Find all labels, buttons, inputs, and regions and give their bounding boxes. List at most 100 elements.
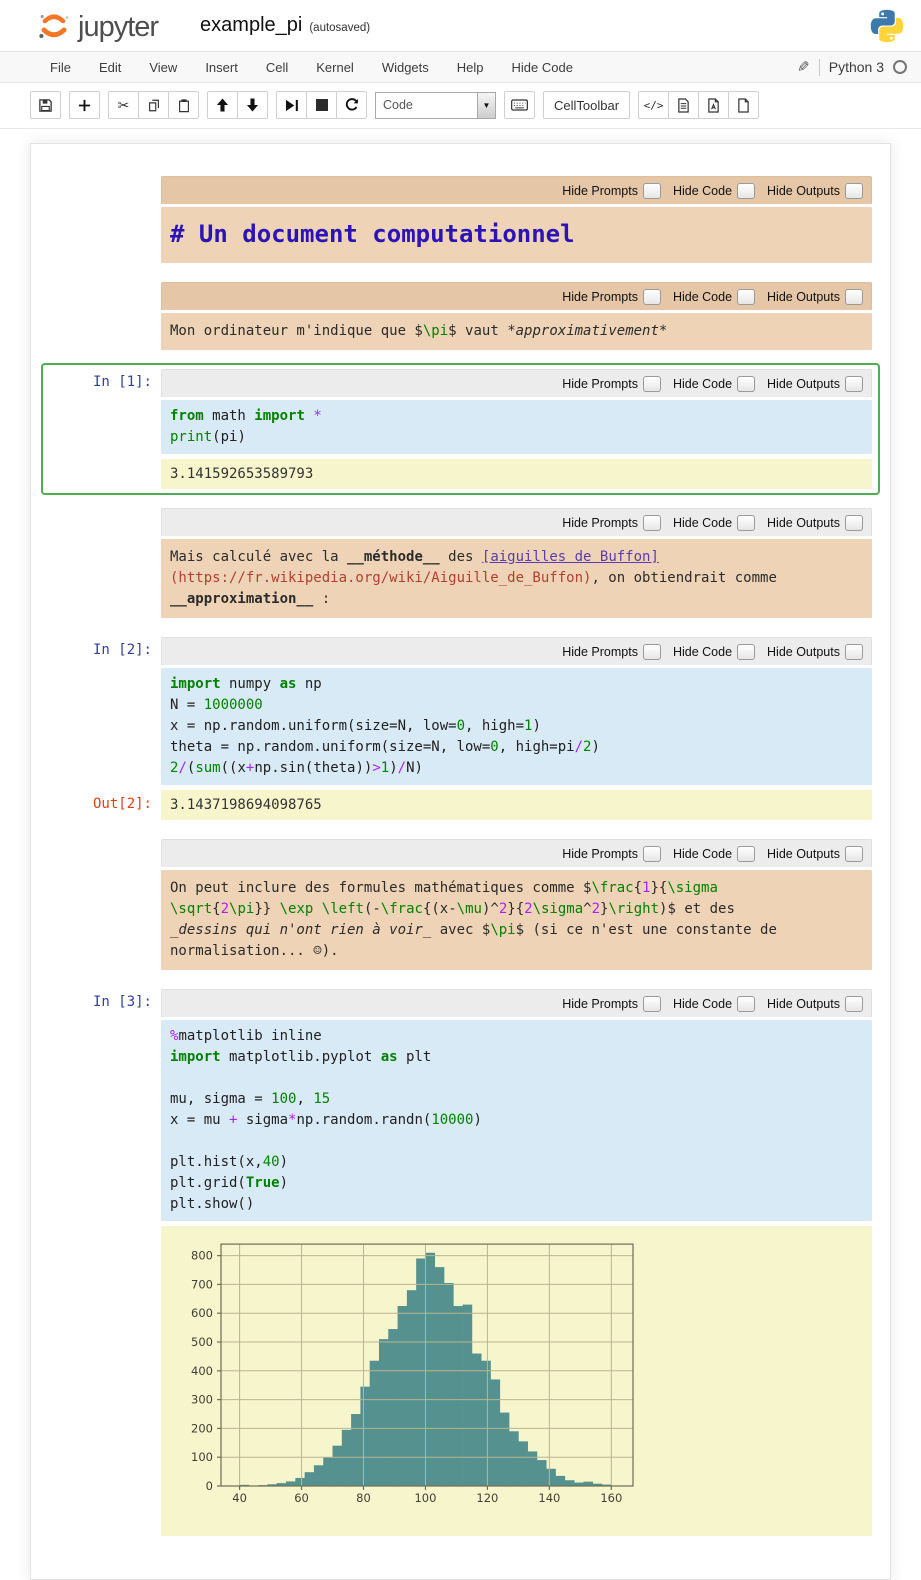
hide-prompts-checkbox[interactable] <box>643 376 661 392</box>
hide-prompts-checkbox[interactable] <box>643 515 661 531</box>
hide-prompts-label: Hide Prompts <box>562 377 638 391</box>
autosave-status: (autosaved) <box>309 22 370 34</box>
input-prompt <box>49 839 161 870</box>
run-cell-button[interactable] <box>276 91 307 119</box>
hide-outputs-checkbox[interactable] <box>845 183 863 199</box>
hide-code-checkbox[interactable] <box>737 289 755 305</box>
menu-item-cell[interactable]: Cell <box>252 54 302 81</box>
hide-code-label: Hide Code <box>673 516 732 530</box>
hide-code-checkbox[interactable] <box>737 515 755 531</box>
markdown-cell[interactable]: Hide Prompts Hide Code Hide Outputs Mon ord… <box>41 276 880 356</box>
select-dropdown-arrow-icon[interactable]: ▼ <box>477 93 495 118</box>
move-cell-up-button[interactable] <box>207 91 238 119</box>
celltoolbar-button[interactable]: CellToolbar <box>543 91 630 119</box>
jupyter-logo[interactable]: jupyter <box>34 6 158 46</box>
hide-outputs-checkbox[interactable] <box>845 996 863 1012</box>
code-cell[interactable]: In [1]:Hide PromptsHide CodeHide Outputs… <box>41 363 880 495</box>
file-pdf-icon <box>707 98 720 113</box>
hide-code-checkbox[interactable] <box>737 846 755 862</box>
hide-prompts-label: Hide Prompts <box>562 290 638 304</box>
menu-item-edit[interactable]: Edit <box>85 54 135 81</box>
hide-outputs-checkbox[interactable] <box>845 846 863 862</box>
menu-item-widgets[interactable]: Widgets <box>368 54 443 81</box>
hide-outputs-checkbox[interactable] <box>845 289 863 305</box>
notebook-title[interactable]: example_pi <box>200 14 302 37</box>
menu-item-file[interactable]: File <box>36 54 85 81</box>
code-editor[interactable]: import numpy as npN = 1000000x = np.rand… <box>161 668 872 785</box>
menu-item-help[interactable]: Help <box>443 54 498 81</box>
cell-type-select[interactable]: Code ▼ <box>375 92 496 119</box>
markdown-cell[interactable]: Hide Prompts Hide Code Hide Outputs Mais ca… <box>41 502 880 624</box>
hide-outputs-checkbox[interactable] <box>845 376 863 392</box>
hide-code-label: Hide Code <box>673 997 732 1011</box>
input-prompt <box>49 282 161 313</box>
jupyter-logo-text: jupyter <box>78 13 158 46</box>
menu-item-kernel[interactable]: Kernel <box>302 54 368 81</box>
export-pdf-button[interactable] <box>698 91 729 119</box>
menu-item-hide-code[interactable]: Hide Code <box>498 54 587 81</box>
move-cell-down-button[interactable] <box>237 91 268 119</box>
hide-prompts-label: Hide Prompts <box>562 184 638 198</box>
export-blank-button[interactable] <box>728 91 759 119</box>
toggle-code-button[interactable]: </> <box>638 91 669 119</box>
hide-code-label: Hide Code <box>673 290 732 304</box>
hide-code-checkbox[interactable] <box>737 644 755 660</box>
notebook-container: Hide Prompts Hide Code Hide Outputs # Un do… <box>30 143 891 1580</box>
menu-item-view[interactable]: View <box>135 54 191 81</box>
save-button[interactable] <box>30 91 61 119</box>
hide-outputs-label: Hide Outputs <box>767 516 840 530</box>
svg-text:800: 800 <box>191 1249 213 1263</box>
hide-prompts-label: Hide Prompts <box>562 645 638 659</box>
hide-outputs-checkbox[interactable] <box>845 515 863 531</box>
kernel-name[interactable]: Python 3 <box>829 59 884 75</box>
input-prompt <box>49 176 161 207</box>
main-toolbar: ✂ Code ▼ CellToolbar <box>0 83 921 129</box>
svg-text:100: 100 <box>414 1491 436 1505</box>
output-prompt <box>49 459 161 489</box>
save-icon <box>38 98 53 113</box>
hide-outputs-label: Hide Outputs <box>767 377 840 391</box>
restart-kernel-button[interactable] <box>336 91 367 119</box>
hide-outputs-label: Hide Outputs <box>767 290 840 304</box>
hide-outputs-label: Hide Outputs <box>767 184 840 198</box>
command-palette-button[interactable] <box>504 91 535 119</box>
restart-icon <box>345 98 359 112</box>
copy-cell-button[interactable] <box>138 91 169 119</box>
code-editor[interactable]: from math import *print(pi) <box>161 400 872 454</box>
edit-mode-pencil-icon: ✎ <box>797 58 810 76</box>
hide-prompts-checkbox[interactable] <box>643 289 661 305</box>
hide-prompts-checkbox[interactable] <box>643 183 661 199</box>
markdown-cell[interactable]: Hide PromptsHide CodeHide Outputs# Un do… <box>41 170 880 269</box>
hide-outputs-label: Hide Outputs <box>767 847 840 861</box>
hide-code-checkbox[interactable] <box>737 183 755 199</box>
interrupt-kernel-button[interactable] <box>306 91 337 119</box>
hide-prompts-checkbox[interactable] <box>643 996 661 1012</box>
export-html-button[interactable] <box>668 91 699 119</box>
hide-outputs-checkbox[interactable] <box>845 644 863 660</box>
paste-cell-button[interactable] <box>168 91 199 119</box>
markdown-source[interactable]: Mais calculé avec la __méthode__ des [ai… <box>161 539 872 618</box>
code-cell[interactable]: In [3]:Hide PromptsHide CodeHide Outputs… <box>41 983 880 1542</box>
input-prompt: In [2]: <box>49 637 161 668</box>
cut-cell-button[interactable]: ✂ <box>108 91 139 119</box>
run-icon <box>285 99 299 112</box>
markdown-cell[interactable]: Hide PromptsHide CodeHide OutputsOn peut… <box>41 833 880 976</box>
copy-icon <box>147 98 161 113</box>
hide-code-checkbox[interactable] <box>737 996 755 1012</box>
hide-prompts-checkbox[interactable] <box>643 644 661 660</box>
markdown-source[interactable]: # Un document computationnel <box>161 207 872 263</box>
code-cell[interactable]: In [2]:Hide PromptsHide CodeHide Outputs… <box>41 631 880 826</box>
text-output: 3.141592653589793 <box>161 459 872 489</box>
add-cell-button[interactable] <box>69 91 100 119</box>
arrow-down-icon <box>246 98 259 112</box>
hide-prompts-checkbox[interactable] <box>643 846 661 862</box>
code-editor[interactable]: %matplotlib inlineimport matplotlib.pypl… <box>161 1020 872 1221</box>
markdown-source[interactable]: Mon ordinateur m'indique que $\pi$ vaut … <box>161 313 872 350</box>
file-text-icon <box>677 98 690 113</box>
hide-prompts-label: Hide Prompts <box>562 516 638 530</box>
svg-text:60: 60 <box>294 1491 309 1505</box>
markdown-source[interactable]: On peut inclure des formules mathématiqu… <box>161 870 872 970</box>
menu-item-insert[interactable]: Insert <box>191 54 252 81</box>
notebook-area: Hide Prompts Hide Code Hide Outputs # Un do… <box>0 129 921 1580</box>
hide-code-checkbox[interactable] <box>737 376 755 392</box>
